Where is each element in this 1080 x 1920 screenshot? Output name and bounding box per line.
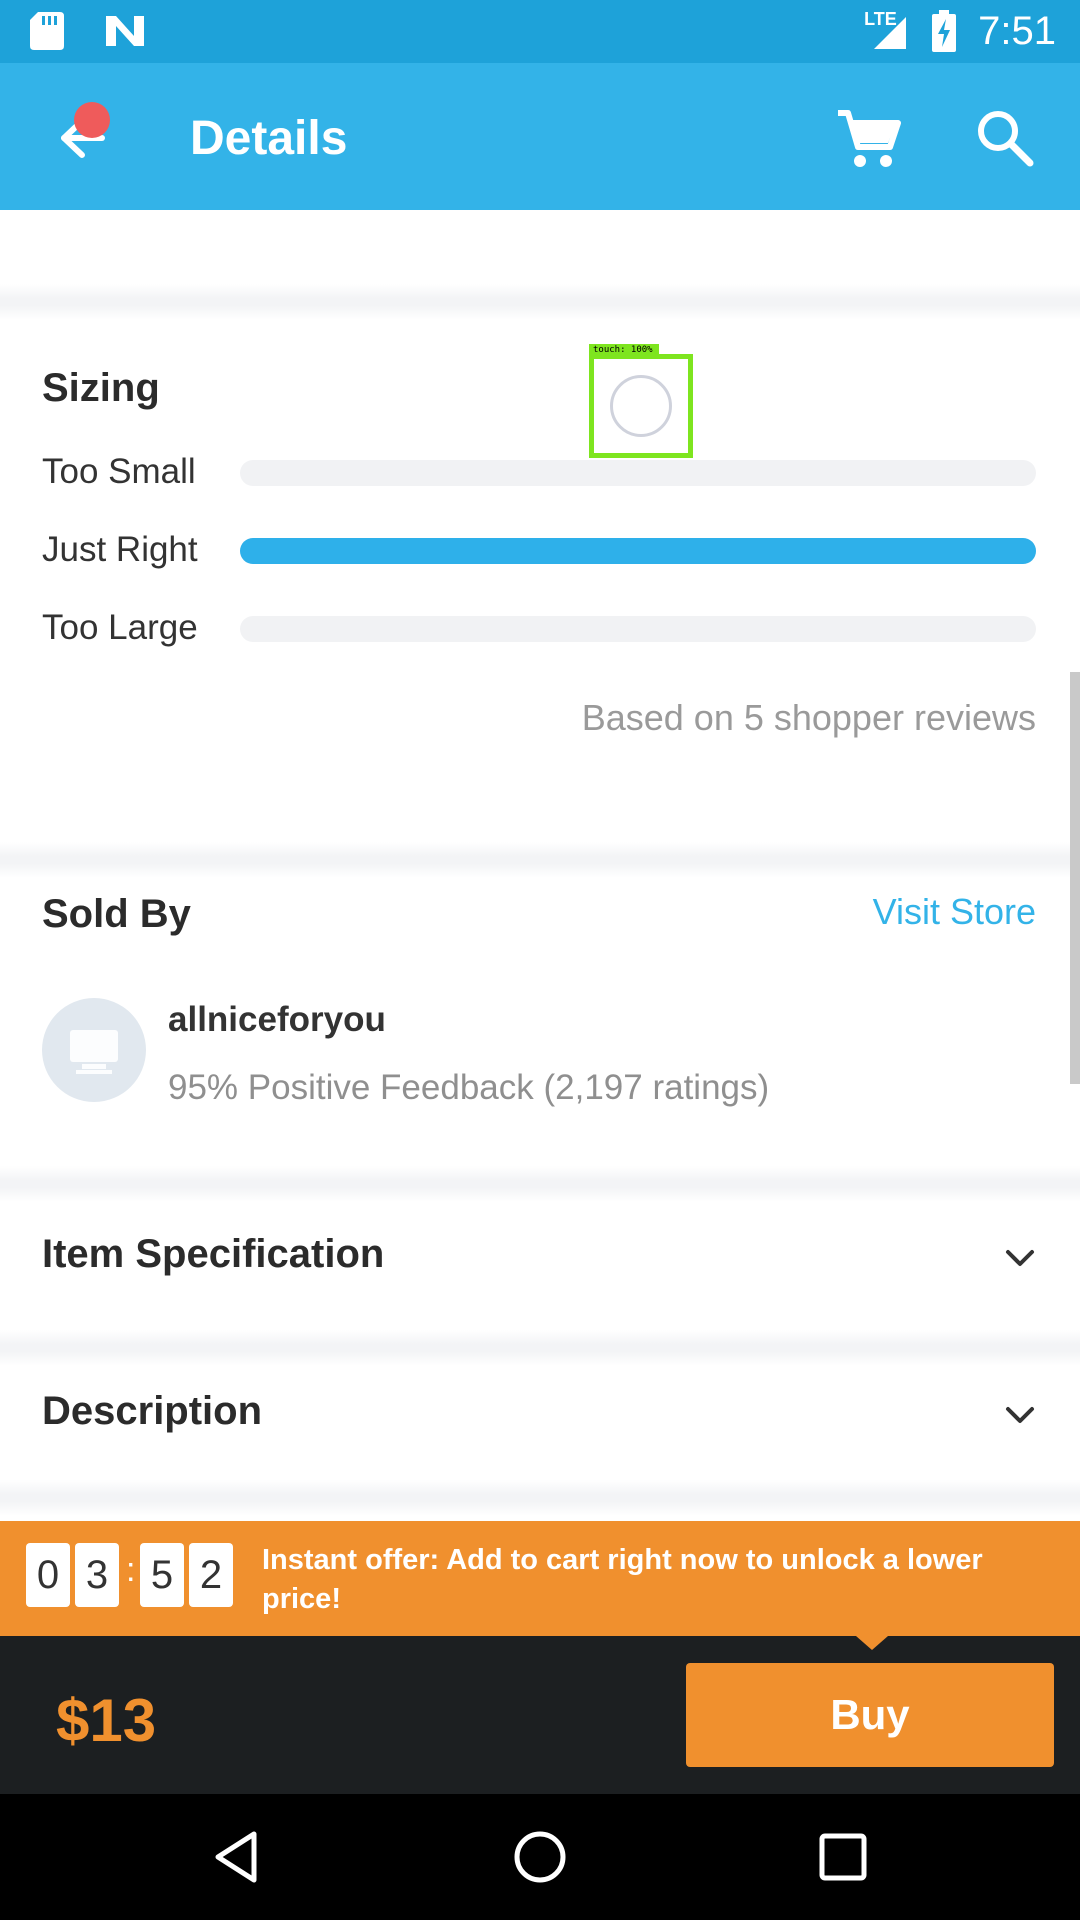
nav-back-icon[interactable] [204,1824,270,1890]
size-label-just-right: Just Right [42,530,198,569]
nav-recents-icon[interactable] [810,1824,876,1890]
purchase-bar: $13 Buy [0,1636,1080,1794]
size-label-too-small: Too Small [42,452,196,491]
instant-offer-banner[interactable]: 0 3 : 5 2 Instant offer: Add to cart rig… [0,1521,1080,1636]
reviews-note: Based on 5 shopper reviews [581,697,1036,738]
offer-text: Instant offer: Add to cart right now to … [262,1544,983,1615]
offer-pointer [856,1636,888,1650]
countdown-digit: 5 [140,1543,184,1607]
sd-card-icon [30,12,64,50]
lte-signal-icon [874,17,907,49]
countdown-digit: 2 [189,1543,233,1607]
section-divider [0,1166,1080,1202]
store-feedback: 95% Positive Feedback (2,197 ratings) [168,1068,770,1107]
visit-store-link[interactable]: Visit Store [873,891,1036,933]
system-nav-bar [0,1794,1080,1920]
nav-home-icon[interactable] [507,1824,573,1890]
store-name[interactable]: allniceforyou [168,1000,386,1040]
notification-dot [74,102,110,138]
touch-point [610,375,672,437]
size-bar-too-small [240,460,1036,486]
buy-button[interactable]: Buy [686,1663,1054,1767]
price: $13 [56,1687,157,1754]
countdown-digit: 3 [75,1543,119,1607]
app-bar: Details [0,63,1080,210]
item-specification-title: Item Specification [42,1232,385,1276]
section-divider [0,842,1080,878]
sold-by-heading: Sold By [42,892,191,936]
description-title: Description [42,1389,263,1433]
touch-indicator-label: touch: 100% [589,344,659,356]
size-label-too-large: Too Large [42,608,198,647]
section-divider [0,284,1080,320]
sizing-heading: Sizing [42,366,160,410]
status-time: 7:51 [978,8,1056,53]
size-bar-fill [240,538,1036,564]
page-title: Details [190,112,348,165]
avatar[interactable] [42,998,146,1102]
battery-charging-icon [932,10,957,52]
section-divider [0,1480,1080,1516]
chevron-down-icon [1006,1407,1034,1423]
n-notification-icon [106,16,144,46]
chevron-down-icon [1006,1250,1034,1266]
size-bar-too-large [240,616,1036,642]
description-row[interactable]: Description [0,1355,1080,1475]
search-icon[interactable] [974,107,1036,169]
status-bar: LTE 7:51 [0,0,1080,63]
countdown-separator: : [126,1551,136,1589]
cart-icon[interactable] [836,107,902,173]
countdown-digit: 0 [26,1543,70,1607]
store-avatar-icon [70,1030,118,1074]
item-specification-row[interactable]: Item Specification [0,1198,1080,1318]
size-bar-just-right [240,538,1036,564]
scrollbar[interactable] [1070,672,1080,1084]
